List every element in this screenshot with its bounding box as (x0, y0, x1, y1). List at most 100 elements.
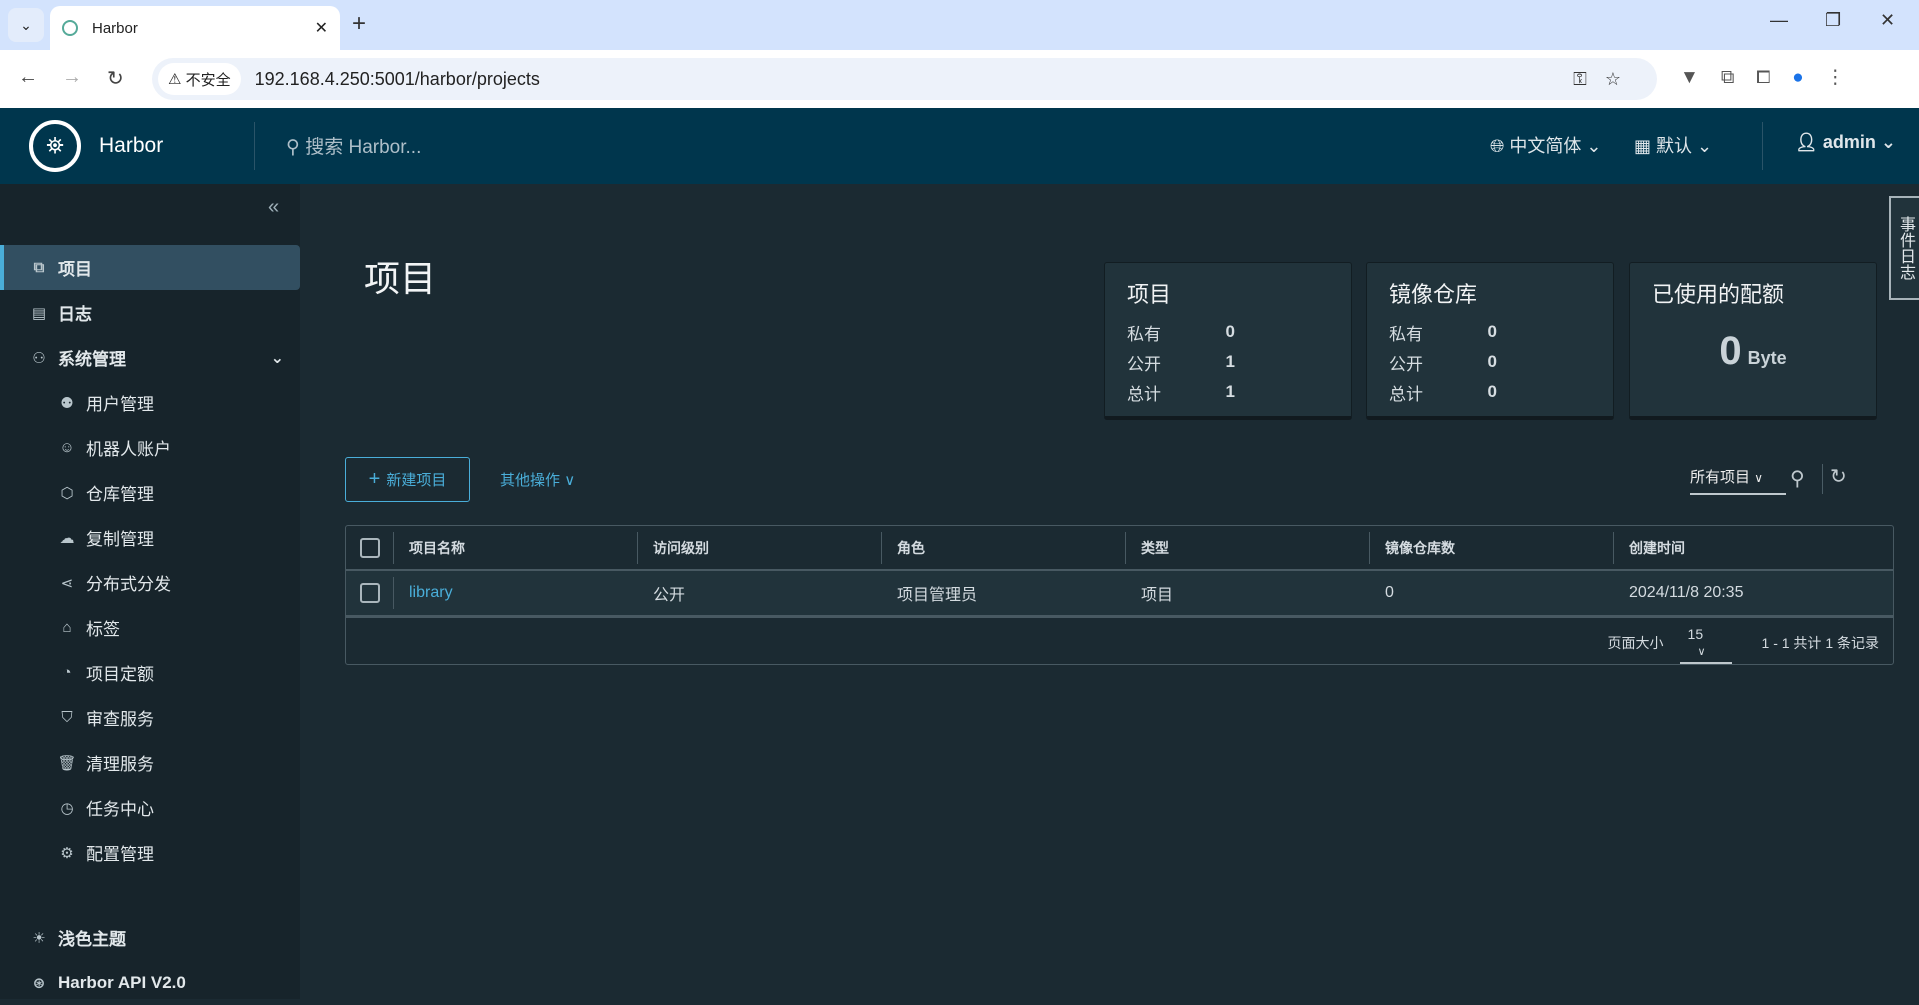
sidebar-item-administration[interactable]: ⚇ 系统管理 ⌄ (0, 335, 300, 380)
url-text[interactable]: 192.168.4.250:5001/harbor/projects (255, 69, 540, 90)
sidebar-item-interrogation[interactable]: ⛉ 审查服务 (0, 695, 300, 740)
users-icon: ⚉ (60, 394, 74, 412)
stat-label: 私有 (1389, 324, 1423, 344)
harbor-favicon-icon (62, 20, 78, 36)
select-all-checkbox[interactable] (360, 537, 380, 558)
sidebar-item-distributions[interactable]: ⋖ 分布式分发 (0, 560, 300, 605)
api-link[interactable]: ⊛ Harbor API V2.0 (0, 960, 300, 1005)
plus-icon: + (368, 468, 381, 490)
event-log-tab[interactable]: 事件日志 (1889, 196, 1919, 300)
column-header-access[interactable]: 访问级别 (637, 532, 709, 564)
sidebar-item-configuration[interactable]: ⚙ 配置管理 (0, 830, 300, 875)
extension-icon[interactable]: ▼ (1680, 67, 1721, 88)
divider (1822, 464, 1823, 494)
tab-title: Harbor (92, 19, 138, 37)
refresh-icon[interactable]: ↻ (1830, 464, 1847, 489)
repositories-summary-card: 镜像仓库 私有 0 公开 0 总计 0 (1366, 262, 1614, 420)
sidebar-item-projects[interactable]: ⧉ 项目 (0, 245, 300, 290)
star-icon[interactable]: ☆ (1605, 69, 1639, 89)
column-header-role[interactable]: 角色 (881, 532, 925, 564)
row-checkbox[interactable] (360, 583, 380, 603)
table-row[interactable]: library 公开 项目管理员 项目 0 2024/11/8 20:35 (346, 571, 1893, 618)
collapse-sidebar-icon[interactable]: « (268, 196, 279, 219)
sidebar-item-job-service[interactable]: ◷ 任务中心 (0, 785, 300, 830)
harbor-logo-icon[interactable]: ⛯ (29, 120, 81, 172)
tab-list-button[interactable]: ⌄ (8, 8, 44, 42)
other-actions-dropdown[interactable]: 其他操作 ∨ (500, 469, 575, 490)
projects-table: 项目名称 访问级别 角色 类型 镜像仓库数 创建时间 library 公开 项目… (345, 525, 1894, 665)
stat-label: 私有 (1127, 324, 1161, 344)
sun-icon: ☀ (32, 929, 46, 947)
tag-icon: ⌂ (62, 619, 72, 636)
new-project-button[interactable]: + 新建项目 (345, 457, 470, 502)
projects-summary-card: 项目 私有 0 公开 1 总计 1 (1104, 262, 1352, 420)
url-bar[interactable]: ⚠ 不安全 192.168.4.250:5001/harbor/projects… (152, 58, 1657, 100)
sidebar-item-users[interactable]: ⚉ 用户管理 (0, 380, 300, 425)
new-tab-button[interactable]: + (352, 10, 366, 38)
chevron-down-icon: ∨ (1754, 471, 1763, 485)
sidebar-item-logs[interactable]: ▤ 日志 (0, 290, 300, 335)
column-header-name[interactable]: 项目名称 (393, 532, 465, 564)
theme-toggle[interactable]: ☀ 浅色主题 (0, 915, 300, 960)
pagination-summary: 1 - 1 共计 1 条记录 (1761, 635, 1879, 651)
column-label: 角色 (897, 540, 925, 556)
divider (254, 122, 255, 170)
column-header-created[interactable]: 创建时间 (1613, 532, 1685, 564)
browser-tab[interactable]: Harbor ✕ (50, 6, 340, 50)
menu-icon[interactable]: ⋮ (1826, 67, 1867, 88)
datetime-dropdown[interactable]: ▦ 默认 ⌄ (1634, 132, 1712, 158)
sidebar-item-replications[interactable]: ☁ 复制管理 (0, 515, 300, 560)
language-dropdown[interactable]: 🌐︎ 中文简体 ⌄ (1490, 132, 1602, 158)
stat-value: 1 (1225, 352, 1235, 371)
profile-icon[interactable]: ● (1792, 67, 1825, 88)
page-size-select[interactable]: 15 ∨ (1679, 622, 1732, 664)
role: 项目管理员 (897, 587, 978, 604)
search-icon[interactable]: ⚲ (1790, 466, 1805, 491)
user-menu[interactable]: 👤︎ admin ⌄ (1795, 132, 1896, 153)
repo-count: 0 (1385, 584, 1394, 601)
api-label: Harbor API V2.0 (58, 972, 186, 992)
reload-icon[interactable]: ↻ (107, 66, 124, 91)
back-icon[interactable]: ← (18, 66, 38, 89)
global-search[interactable]: ⚲ 搜索 Harbor... (286, 132, 421, 159)
close-window-button[interactable]: ✕ (1880, 10, 1895, 31)
quota-unit: Byte (1747, 348, 1787, 368)
sidebar-item-label: 用户管理 (86, 395, 154, 414)
sidebar-item-labels[interactable]: ⌂ 标签 (0, 605, 300, 650)
project-filter-select[interactable]: 所有项目 ∨ (1690, 466, 1786, 495)
stat-value: 0 (1487, 382, 1497, 401)
replication-icon: ☁ (59, 529, 75, 547)
calendar-icon: ▦ (1634, 136, 1657, 156)
close-tab-icon[interactable]: ✕ (315, 18, 328, 38)
key-icon[interactable]: ⚿ (1573, 69, 1605, 89)
security-indicator[interactable]: ⚠ 不安全 (158, 63, 241, 95)
chevron-down-icon: ∨ (1697, 646, 1706, 658)
page-title: 项目 (364, 258, 437, 299)
forward-icon[interactable]: → (62, 66, 82, 89)
column-header-type[interactable]: 类型 (1125, 532, 1169, 564)
divider (1762, 122, 1763, 170)
robot-icon: ☺ (59, 439, 75, 456)
copy-icon[interactable]: ⧉ (1721, 67, 1757, 88)
trash-icon: 🗑︎ (57, 754, 77, 772)
sidebar-item-project-quotas[interactable]: ◔ 项目定额 (0, 650, 300, 695)
quota-icon: ◔ (62, 664, 72, 681)
column-header-repo-count[interactable]: 镜像仓库数 (1369, 532, 1455, 564)
minimize-button[interactable]: — (1770, 10, 1788, 31)
username: admin (1822, 132, 1876, 152)
sidebar: « ⧉ 项目 ▤ 日志 ⚇ 系统管理 ⌄ ⚉ 用户管理 ☺ 机器人账户 ⬡ 仓库管理 ☁ 复制管… (0, 184, 300, 999)
sidebar-item-label: 复制管理 (86, 530, 154, 549)
sidebar-item-registries[interactable]: ⬡ 仓库管理 (0, 470, 300, 515)
sidebar-item-label: 分布式分发 (86, 575, 171, 594)
datetime-label: 默认 (1656, 136, 1693, 156)
project-name-link[interactable]: library (409, 584, 453, 602)
sidebar-item-clean-up[interactable]: 🗑︎ 清理服务 (0, 740, 300, 785)
stat-label: 总计 (1127, 384, 1161, 404)
stat-value: 0 (1225, 322, 1235, 341)
brand-name[interactable]: Harbor (99, 134, 163, 158)
puzzle-icon[interactable]: ⧠ (1756, 67, 1792, 88)
restore-button[interactable]: ❐ (1825, 10, 1841, 31)
sidebar-item-label: 审查服务 (86, 710, 154, 729)
sidebar-item-robot-accounts[interactable]: ☺ 机器人账户 (0, 425, 300, 470)
chevron-down-icon: ⌄ (270, 349, 284, 367)
